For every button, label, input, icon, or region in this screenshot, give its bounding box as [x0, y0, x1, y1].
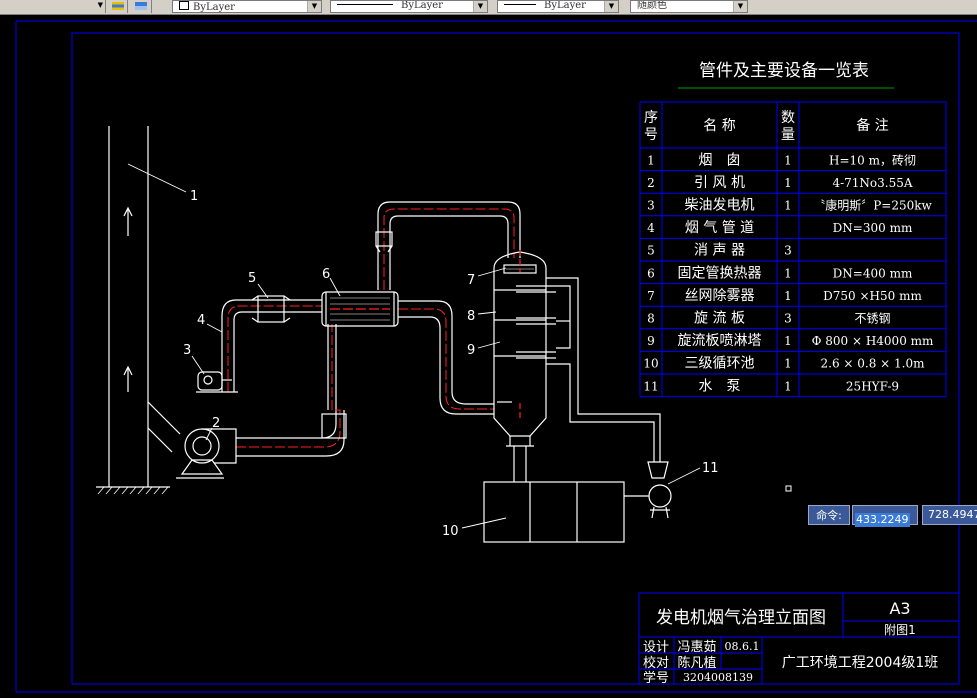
flue-gas-pipes [221, 201, 521, 457]
induced-draft-fan [176, 428, 237, 479]
table-cell: 1 [647, 153, 655, 167]
circulation-tank [483, 481, 625, 543]
heat-exchanger [321, 291, 399, 327]
table-cell: 1 [784, 379, 792, 393]
callout-5: 5 [248, 271, 256, 286]
table-header: 号 [644, 127, 658, 143]
table-cell: H=10 m，砖彻 [829, 152, 916, 167]
table-cell: 4 [647, 221, 655, 235]
table-cell: 1 [784, 153, 792, 167]
coordinate-y-input[interactable]: 728.4947 [922, 505, 977, 525]
table-cell: 7 [647, 289, 655, 303]
table-cell: 3 [784, 244, 792, 258]
callout-10: 10 [442, 524, 459, 539]
command-label: 命令: [808, 505, 850, 525]
equipment-table: 管件及主要设备一览表 序号 名 称 数量 备 注 1 烟 囱 1 H=10 m，砖彻 2 引 风 … [639, 61, 947, 398]
callout-6: 6 [322, 267, 330, 282]
student-label: 学号 [643, 670, 669, 686]
sheet-size: A3 [889, 599, 910, 618]
table-cell: 固定管换热器 [678, 264, 762, 281]
table-cell: 9 [647, 334, 655, 348]
table-cell: DN=400 mm [833, 266, 913, 280]
class-name: 广工环境工程2004级1班 [782, 655, 939, 671]
coordinate-x-input[interactable]: 433.2249 [852, 505, 918, 527]
callout-4: 4 [197, 313, 205, 328]
table-cell: 烟 囱 [699, 152, 741, 168]
table-cell: 旋 流 板 [694, 311, 745, 327]
table-cell: 1 [784, 199, 792, 213]
table-cell: 6 [647, 266, 655, 280]
table-cell: 不锈钢 [854, 312, 890, 326]
title-block: 发电机烟气治理立面图 A3 附图1 设计 冯惠茹 08.6.1 校对 陈凡植 学… [638, 592, 960, 686]
table-cell: 2.6 × 0.8 × 1.0m [821, 357, 926, 371]
table-title: 管件及主要设备一览表 [699, 61, 869, 81]
drawing-title: 发电机烟气治理立面图 [656, 608, 826, 628]
sheet-ref: 附图1 [884, 623, 916, 637]
design-date: 08.6.1 [725, 640, 760, 653]
table-header: 数 [781, 110, 795, 126]
table-cell: 水 泵 [699, 378, 741, 394]
table-cell: 1 [784, 357, 792, 371]
diesel-generator [196, 371, 238, 393]
water-pump [624, 461, 672, 519]
callout-labels: 1 2 3 4 5 6 7 8 9 10 11 [183, 189, 719, 539]
check-label: 校对 [643, 655, 669, 671]
callout-7: 7 [467, 273, 475, 288]
callout-9: 9 [467, 343, 475, 358]
checker-name: 陈凡植 [677, 655, 716, 671]
table-cell: 8 [647, 312, 655, 326]
callout-3: 3 [183, 343, 191, 358]
table-cell: 三级循环池 [685, 356, 755, 372]
student-id: 3204008139 [683, 671, 753, 684]
table-cell: 1 [784, 176, 792, 190]
callout-11: 11 [702, 461, 719, 476]
table-header: 名 称 [703, 118, 735, 134]
chimney [96, 126, 181, 495]
table-cell: 10 [643, 357, 658, 371]
drawing-canvas[interactable]: 1 2 3 4 5 6 7 8 9 10 11 管件及主要设备一览表 序号名 称… [0, 0, 977, 698]
table-cell: 5 [647, 244, 655, 258]
table-cell: 丝网除雾器 [685, 288, 755, 304]
table-cell: 25HYF-9 [846, 379, 899, 393]
table-cell: 柴油发电机 [685, 198, 755, 214]
table-header: 序 [644, 110, 658, 126]
process-diagram [96, 126, 701, 543]
table-cell: DN=300 mm [833, 221, 913, 235]
callout-1: 1 [190, 189, 198, 204]
table-cell: 旋流板喷淋塔 [678, 333, 762, 349]
table-cell: 1 [784, 289, 792, 303]
table-cell: Φ 800 × H4000 mm [812, 334, 934, 348]
table-cell: 3 [784, 312, 792, 326]
silencers [251, 231, 393, 439]
table-cell: 11 [643, 379, 658, 393]
callout-8: 8 [467, 309, 475, 324]
table-cell: 1 [784, 334, 792, 348]
coordinate-x-value: 433.2249 [855, 513, 910, 527]
table-header: 备 注 [856, 117, 888, 134]
callout-2: 2 [212, 416, 220, 431]
table-cell: 2 [647, 176, 655, 190]
table-header: 量 [781, 127, 795, 143]
table-cell: 3 [647, 199, 655, 213]
spray-tower [493, 250, 556, 482]
table-cell: 4-71No3.55A [832, 176, 912, 190]
table-cell: D750 ×H50 mm [823, 289, 922, 303]
design-label: 设计 [643, 640, 669, 655]
table-cell: 〝康明斯〞P=250kw [813, 198, 932, 213]
designer-name: 冯惠茹 [677, 640, 716, 655]
cursor-grip [785, 485, 792, 492]
table-cell: 1 [784, 266, 792, 280]
table-cell: 烟 气 管 道 [685, 220, 754, 236]
table-cell: 引 风 机 [694, 175, 745, 191]
table-cell: 消 声 器 [694, 243, 745, 259]
